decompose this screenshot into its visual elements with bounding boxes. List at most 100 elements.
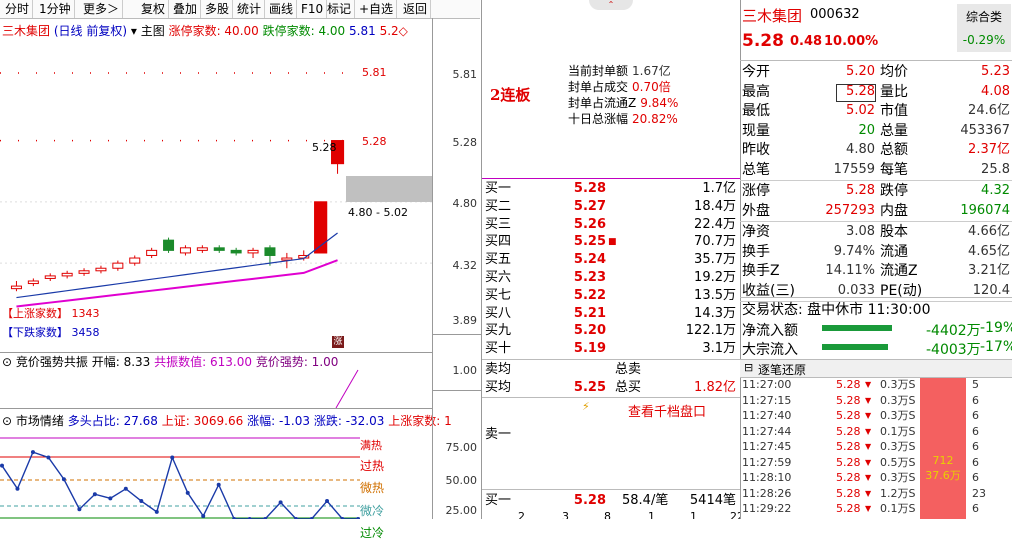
tick-list: 11:27:00 5.28 0.3万S 5 ▼ 11:27:15 5.28 0.3万S 6 ▼ 11… bbox=[740, 378, 1012, 519]
indicator1-icon[interactable]: ⊙ bbox=[2, 355, 12, 369]
quote-value: 3.21亿 bbox=[968, 263, 1010, 278]
candle-body bbox=[146, 249, 158, 256]
divider bbox=[740, 297, 1012, 298]
indicator2-icon[interactable]: ⊙ bbox=[2, 414, 12, 428]
sentiment-point bbox=[46, 455, 51, 460]
bid-level: 买九 bbox=[485, 323, 512, 339]
seal-info-key: 十日总涨幅 bbox=[568, 112, 629, 126]
bid-price: 5.21 bbox=[573, 305, 606, 321]
sell-avg-row: 卖均 总卖 bbox=[482, 362, 740, 378]
bid-level: 买七 bbox=[485, 287, 512, 303]
stock-name-label: 三木集团 bbox=[2, 24, 51, 38]
down-arrow-icon: ▼ bbox=[865, 395, 872, 405]
toolbar-item[interactable]: 复权 bbox=[138, 0, 170, 18]
bid-row[interactable]: 买一 5.28 1.7亿 bbox=[482, 181, 740, 197]
candle-body bbox=[112, 262, 124, 269]
collapse-button[interactable]: ⌃ bbox=[589, 0, 633, 10]
tick-row: 11:28:26 5.28 1.2万S 23 ▼ bbox=[740, 487, 1012, 501]
axis-label: 75.00 bbox=[445, 441, 478, 454]
bottom-number: 22 bbox=[730, 510, 740, 519]
dropdown-icon[interactable]: ▾ bbox=[131, 24, 137, 38]
tick-time: 11:29:22 bbox=[742, 502, 792, 515]
high-marker-label: 5.81 bbox=[362, 66, 387, 79]
quote-value: 9.74% bbox=[833, 243, 875, 259]
tick-row: 11:29:22 5.28 0.1万S 6 ▼ bbox=[740, 502, 1012, 516]
tick-time: 11:27:15 bbox=[742, 393, 792, 407]
bid-volume: 1.7亿 bbox=[702, 181, 736, 196]
candle-body bbox=[196, 247, 208, 251]
limit-up-badge: 涨 bbox=[332, 336, 344, 348]
axis-label: 3.89 bbox=[452, 314, 478, 327]
bid-volume: 3.1万 bbox=[702, 341, 736, 357]
block-label: 大宗流入 bbox=[742, 342, 798, 358]
candle-body bbox=[247, 249, 259, 254]
sell1-label: 卖一 bbox=[485, 427, 512, 442]
toolbar-item[interactable]: 叠加 bbox=[170, 0, 202, 18]
bid-volume: 19.2万 bbox=[694, 270, 736, 285]
lightning-icon: ⚡ bbox=[582, 400, 590, 413]
bid-row[interactable]: 买四 5.25 70.7万 ■ bbox=[482, 234, 740, 250]
toolbar-item[interactable]: 多股 bbox=[202, 0, 234, 18]
toolbar-item[interactable]: 分时 bbox=[2, 0, 34, 18]
bid-price: 5.28 bbox=[573, 181, 606, 196]
bid-row[interactable]: 买二 5.27 18.4万 bbox=[482, 199, 740, 215]
bid-level: 买三 bbox=[485, 216, 512, 232]
ticks-header[interactable]: ⊟ 逐笔还原 bbox=[740, 359, 1012, 378]
total-buy-label: 总买 bbox=[615, 380, 642, 395]
quote-value: 5.20 bbox=[846, 64, 875, 79]
toolbar-item[interactable]: +自选 bbox=[356, 0, 398, 18]
ticks-toggle-icon[interactable]: ⊟ bbox=[744, 361, 753, 374]
bid-row[interactable]: 买六 5.23 19.2万 bbox=[482, 270, 740, 286]
bid-row[interactable]: 买三 5.26 22.4万 bbox=[482, 217, 740, 233]
bottom-buy-avg: 58.4/笔 bbox=[622, 493, 669, 508]
kline-chart[interactable]: 三木集团 (日线 前复权) ▾ 主图 涨停家数: 40.00 跌停家数: 4.0… bbox=[0, 18, 452, 540]
current-marker-label: 5.28 bbox=[312, 141, 337, 154]
quote-value: 5.28 bbox=[846, 183, 875, 198]
down-arrow-icon: ▼ bbox=[865, 457, 872, 467]
price-change: 0.48 bbox=[790, 34, 823, 49]
bid-row[interactable]: 买九 5.20 122.1万 bbox=[482, 323, 740, 339]
toolbar-item[interactable]: 1分钟 bbox=[36, 0, 75, 18]
quote-value: 4.32 bbox=[981, 183, 1010, 198]
bid-row[interactable]: 买八 5.21 14.3万 bbox=[482, 306, 740, 322]
quote-value: 5.02 bbox=[846, 103, 875, 118]
bid-row[interactable]: 买五 5.24 35.7万 bbox=[482, 252, 740, 268]
tick-volume: 0.3万S bbox=[880, 471, 916, 484]
bid-price: 5.20 bbox=[573, 323, 606, 339]
bid-row[interactable]: 买七 5.22 13.5万 bbox=[482, 288, 740, 304]
depth-link[interactable]: 查看千档盘口 bbox=[628, 401, 706, 420]
bottom-numbers: 2 3 8 1 1 22 bbox=[482, 510, 740, 519]
axis-label: 4.80 bbox=[452, 197, 478, 210]
sentiment-point bbox=[108, 496, 113, 501]
tick-row: 11:27:45 5.28 0.3万S 6 ▼ bbox=[740, 440, 1012, 454]
indicator1-header: ⊙ 竞价强势共振 开幅: 8.33 共振数值: 613.00 竞价强势: 1.0… bbox=[2, 353, 338, 370]
axis-label: 5.28 bbox=[452, 136, 478, 149]
divider bbox=[482, 489, 740, 490]
bid-row[interactable]: 买十 5.19 3.1万 bbox=[482, 341, 740, 357]
toolbar-item[interactable]: 返回 bbox=[400, 0, 432, 18]
highlight-box bbox=[836, 83, 876, 102]
bottom-buy-count: 5414笔 bbox=[689, 493, 736, 508]
tick-time: 11:27:00 bbox=[742, 378, 792, 391]
total-sell-label: 总卖 bbox=[615, 362, 642, 377]
toolbar-item[interactable]: F10 bbox=[298, 0, 328, 18]
bid-level: 买十 bbox=[485, 341, 512, 357]
candle-body bbox=[44, 275, 56, 279]
tick-time: 11:27:40 bbox=[742, 409, 792, 422]
toolbar-item[interactable]: 更多＞ bbox=[80, 0, 124, 18]
bid-price: 5.26 bbox=[573, 216, 606, 232]
toolbar-item[interactable]: 统计 bbox=[234, 0, 266, 18]
bottom-buy-price: 5.28 bbox=[573, 493, 606, 508]
chart-header: 三木集团 (日线 前复权) ▾ 主图 涨停家数: 40.00 跌停家数: 4.0… bbox=[2, 22, 408, 39]
toolbar-item[interactable]: 标记 bbox=[324, 0, 356, 18]
toolbar-item[interactable]: 画线 bbox=[266, 0, 298, 18]
zone-label-hot: 过热 bbox=[360, 459, 385, 473]
board-label: 2连板 bbox=[490, 86, 531, 104]
tick-price: 5.28 bbox=[836, 378, 861, 391]
axis-divider bbox=[433, 390, 481, 391]
bid-volume: 13.5万 bbox=[694, 287, 736, 303]
axis-label: 1.00 bbox=[452, 364, 478, 377]
tick-volume: 0.3万S bbox=[880, 440, 916, 453]
zone-label-cold: 过冷 bbox=[360, 526, 385, 540]
sector-tag[interactable]: 综合类 -0.29% bbox=[957, 4, 1011, 52]
